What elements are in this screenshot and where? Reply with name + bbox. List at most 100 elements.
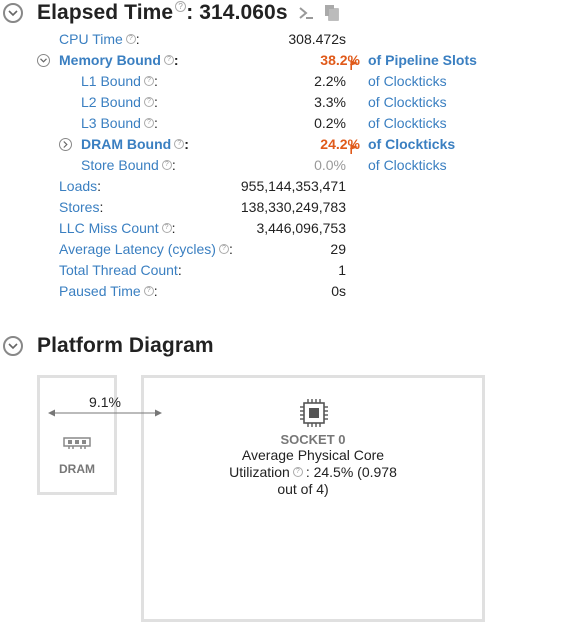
paused-time-value: 0s	[331, 281, 346, 301]
copy-icon[interactable]	[324, 4, 340, 22]
command-line-icon[interactable]	[298, 5, 314, 21]
total-thread-count-value: 1	[338, 260, 346, 280]
metric-row-total-thread-count: Total Thread Count: 1	[0, 260, 565, 280]
llc-miss-count-label[interactable]: LLC Miss Count?:	[59, 218, 175, 238]
help-icon[interactable]: ?	[143, 118, 154, 128]
l2-bound-label-text[interactable]: L2 Bound	[81, 94, 141, 110]
l1-bound-label-text[interactable]: L1 Bound	[81, 73, 141, 89]
help-icon[interactable]: ?	[143, 97, 154, 107]
stores-value-text: 138,330,249,783	[240, 199, 346, 215]
help-icon[interactable]: ?	[143, 286, 154, 296]
memory-bound-label[interactable]: Memory Bound?:	[59, 50, 179, 70]
store-bound-value: 0.0%	[314, 155, 346, 175]
paused-time-label-text[interactable]: Paused Time	[59, 283, 141, 299]
socket-box[interactable]: SOCKET 0 Average Physical Core Utilizati…	[141, 375, 485, 622]
expand-memory-bound-button[interactable]	[37, 54, 50, 67]
colon: :	[153, 115, 158, 131]
expand-dram-bound-button[interactable]	[59, 138, 72, 151]
loads-label-text[interactable]: Loads	[59, 178, 97, 194]
metric-row-paused-time: Paused Time?: 0s	[0, 281, 565, 301]
cpu-chip-icon	[300, 399, 328, 427]
socket-label: SOCKET 0	[280, 432, 346, 447]
total-thread-count-label-text[interactable]: Total Thread Count	[59, 262, 178, 278]
paused-time-label[interactable]: Paused Time?:	[59, 281, 158, 301]
metric-row-store-bound: Store Bound?: 0.0% of Clockticks	[0, 155, 565, 175]
colon: :	[153, 94, 158, 110]
platform-diagram-header: Platform Diagram	[3, 334, 214, 358]
total-thread-count-label[interactable]: Total Thread Count:	[59, 260, 182, 280]
help-icon[interactable]: ?	[175, 1, 187, 12]
metric-row-dram-bound: DRAM Bound?:24.2% of Clockticks	[0, 134, 565, 154]
help-icon[interactable]: ?	[218, 244, 229, 254]
colon: :	[153, 73, 158, 89]
help-icon[interactable]: ?	[125, 34, 136, 44]
memory-bound-label-text[interactable]: Memory Bound	[59, 52, 161, 68]
dram-bound-label[interactable]: DRAM Bound?:	[81, 134, 189, 154]
cpu-time-value: 308.472s	[288, 29, 346, 49]
total-thread-count-value-text: 1	[338, 262, 346, 278]
chevron-down-icon	[8, 9, 18, 16]
colon: :	[184, 136, 189, 152]
store-bound-unit: of Clockticks	[368, 157, 447, 173]
help-icon[interactable]: ?	[143, 76, 154, 86]
paused-time-value-text: 0s	[331, 283, 346, 299]
l3-bound-value: 0.2%	[314, 113, 346, 133]
metric-row-l2-bound: L2 Bound?: 3.3% of Clockticks	[0, 92, 565, 112]
chevron-down-icon	[40, 58, 47, 63]
average-latency-label-text[interactable]: Average Latency (cycles)	[59, 241, 216, 257]
collapse-elapsed-button[interactable]	[3, 3, 23, 23]
colon: :	[99, 199, 104, 215]
l1-bound-label[interactable]: L1 Bound?:	[81, 71, 158, 91]
store-bound-label-text[interactable]: Store Bound	[81, 157, 159, 173]
loads-label[interactable]: Loads:	[59, 176, 101, 196]
dram-bound-label-text[interactable]: DRAM Bound	[81, 136, 171, 152]
elapsed-time-title: Elapsed Time?: 314.060s	[37, 1, 288, 24]
help-icon[interactable]: ?	[161, 223, 172, 233]
colon: :	[135, 31, 140, 47]
colon: :	[171, 220, 176, 236]
socket-utilization: Average Physical Core Utilization?: 24.5…	[229, 447, 397, 497]
store-bound-label[interactable]: Store Bound?:	[81, 155, 176, 175]
loads-value: 955,144,353,471	[241, 176, 346, 196]
l3-bound-label[interactable]: L3 Bound?:	[81, 113, 158, 133]
elapsed-time-value: : 314.060s	[186, 1, 288, 24]
metric-row-cpu-time: CPU Time?: 308.472s	[0, 29, 565, 49]
help-icon[interactable]: ?	[174, 139, 185, 149]
average-latency-label[interactable]: Average Latency (cycles)?:	[59, 239, 233, 259]
dram-label: DRAM	[59, 462, 95, 476]
colon: :	[177, 262, 182, 278]
chevron-down-icon	[8, 342, 18, 349]
flag-icon-shape	[350, 60, 359, 70]
l3-bound-unit: of Clockticks	[368, 115, 447, 131]
stores-label-text[interactable]: Stores	[59, 199, 99, 215]
store-bound-value-text: 0.0%	[314, 157, 346, 173]
stores-value: 138,330,249,783	[241, 197, 346, 217]
collapse-platform-button[interactable]	[3, 336, 23, 356]
llc-miss-count-value: 3,446,096,753	[256, 218, 346, 238]
colon: :	[171, 157, 176, 173]
metric-row-loads: Loads: 955,144,353,471	[0, 176, 565, 196]
metric-row-average-latency: Average Latency (cycles)?: 29	[0, 239, 565, 259]
loads-value-text: 955,144,353,471	[240, 178, 346, 194]
l2-bound-unit: of Clockticks	[368, 94, 447, 110]
elapsed-time-header: Elapsed Time?: 314.060s	[3, 1, 340, 25]
platform-diagram-title: Platform Diagram	[37, 334, 214, 357]
llc-miss-count-label-text[interactable]: LLC Miss Count	[59, 220, 159, 236]
metric-row-memory-bound: Memory Bound?:38.2% of Pipeline Slots	[0, 50, 565, 70]
colon: :	[173, 52, 179, 68]
llc-miss-count-value-text: 3,446,096,753	[256, 220, 346, 236]
dram-box[interactable]: DRAM	[37, 375, 117, 495]
stores-label[interactable]: Stores:	[59, 197, 103, 217]
flag-icon-shape	[350, 144, 359, 154]
help-icon[interactable]: ?	[163, 55, 174, 65]
l2-bound-label[interactable]: L2 Bound?:	[81, 92, 158, 112]
metric-row-llc-miss-count: LLC Miss Count?: 3,446,096,753	[0, 218, 565, 238]
metric-row-l1-bound: L1 Bound?: 2.2% of Clockticks	[0, 71, 565, 91]
l2-bound-value: 3.3%	[314, 92, 346, 112]
help-icon[interactable]: ?	[161, 160, 172, 170]
help-icon[interactable]: ?	[292, 467, 303, 477]
l3-bound-label-text[interactable]: L3 Bound	[81, 115, 141, 131]
l1-bound-value-text: 2.2%	[314, 73, 346, 89]
cpu-time-label-text[interactable]: CPU Time	[59, 31, 123, 47]
cpu-time-label[interactable]: CPU Time?:	[59, 29, 140, 49]
